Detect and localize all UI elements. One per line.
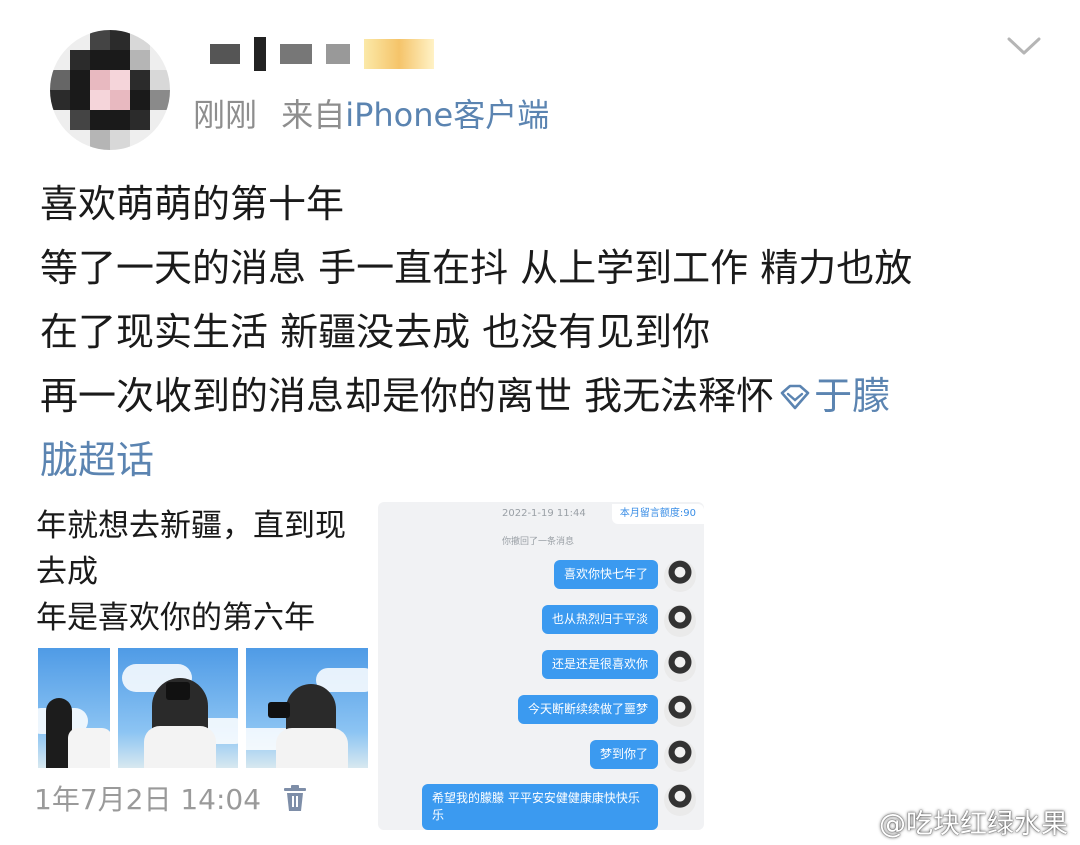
trash-icon[interactable] [282, 784, 308, 812]
super-topic-link-continued[interactable]: 胧超话 [40, 428, 1050, 492]
embedded-post-date: 1年7月2日 14:04 [34, 783, 262, 816]
post-line: 喜欢萌萌的第十年 [40, 182, 345, 226]
chat-avatar [664, 740, 696, 772]
chat-bubble: 希望我的朦朦 平平安安健健康康快快乐乐 [422, 784, 658, 830]
super-topic-diamond-icon [780, 384, 810, 410]
post-source-prefix: 来自 [281, 96, 346, 134]
chat-avatar [664, 695, 696, 727]
post-meta: 刚刚 来自iPhone客户端 [193, 90, 549, 136]
chat-message: 今天断断续续做了噩梦 [517, 695, 696, 727]
embedded-image-chat-screenshot[interactable]: 2022-1-19 11:44 本月留言额度:90 你撤回了一条消息 喜欢你快七… [378, 502, 704, 830]
photo-thumbnail[interactable] [246, 648, 368, 768]
photo-thumbnail[interactable] [38, 648, 110, 768]
super-topic-link[interactable]: 于朦 [814, 374, 890, 418]
chat-avatar [664, 560, 696, 592]
watermark: @吃块红绿水果 [829, 802, 1068, 841]
post-source[interactable]: iPhone客户端 [345, 96, 549, 134]
chat-bubble: 梦到你了 [589, 740, 658, 769]
embedded-text-line: 年是喜欢你的第六年 [36, 600, 315, 636]
embedded-text-line: 去成 [36, 554, 98, 590]
chat-avatar [664, 784, 696, 816]
chat-avatar [664, 650, 696, 682]
chat-system-note: 你撤回了一条消息 [502, 537, 575, 547]
chat-bubble: 喜欢你快七年了 [553, 560, 658, 589]
chat-message: 喜欢你快七年了 [553, 560, 696, 592]
chat-bubble: 也从热烈归于平淡 [541, 605, 658, 634]
chat-bubble: 今天断断续续做了噩梦 [517, 695, 658, 724]
chat-message: 还是还是很喜欢你 [541, 650, 696, 682]
username-blurred[interactable] [210, 34, 434, 74]
chevron-down-icon[interactable] [1006, 34, 1042, 58]
chat-message: 梦到你了 [589, 740, 696, 772]
watermark-text: @吃块红绿水果 [879, 809, 1068, 840]
avatar[interactable] [50, 30, 170, 150]
chat-message: 希望我的朦朦 平平安安健健康康快快乐乐 [422, 784, 696, 830]
chat-avatar [664, 605, 696, 637]
chat-message: 也从热烈归于平淡 [541, 605, 696, 637]
chat-quota-badge: 本月留言额度:90 [611, 504, 704, 524]
post-body: 喜欢萌萌的第十年 等了一天的消息 手一直在抖 从上学到工作 精力也放 在了现实生… [40, 172, 1050, 492]
post-time: 刚刚 [193, 96, 258, 134]
chat-bubble: 还是还是很喜欢你 [541, 650, 658, 679]
photo-thumbnail[interactable] [118, 648, 238, 768]
chat-timestamp: 2022-1-19 11:44 [502, 508, 586, 519]
post-line: 等了一天的消息 手一直在抖 从上学到工作 精力也放 [40, 246, 913, 290]
post-line: 在了现实生活 新疆没去成 也没有见到你 [40, 310, 711, 354]
embedded-image-post-screenshot[interactable]: 年就想去新疆，直到现 去成 年是喜欢你的第六年 1年7月2日 14:04 [34, 498, 368, 830]
weibo-logo-icon [830, 805, 873, 837]
embedded-text-line: 年就想去新疆，直到现 [36, 508, 346, 544]
post-line: 再一次收到的消息却是你的离世 我无法释怀 于朦 [40, 364, 1050, 428]
post-line-text: 再一次收到的消息却是你的离世 我无法释怀 [40, 374, 775, 418]
